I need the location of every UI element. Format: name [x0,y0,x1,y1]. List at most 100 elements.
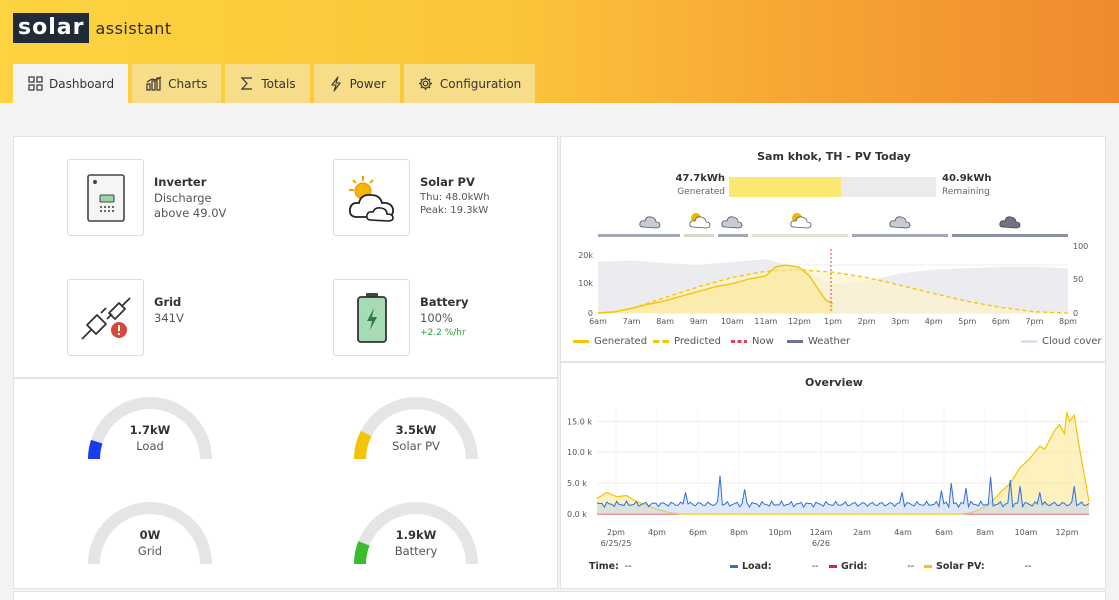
x-tick-label: 10am [1015,528,1038,537]
y-tick-label: 20k [578,251,593,260]
sun-cloud-icon [333,159,410,236]
tab-power[interactable]: Power [313,64,400,103]
legend-label: Generated [594,336,648,347]
inverter-detail: above 49.0V [154,206,227,220]
pv-today-title: Sam khok, TH - PV Today [757,150,911,163]
x-tick-label: 8am [976,528,994,537]
x-tick-label: 4pm [925,317,943,326]
tab-label: Dashboard [49,76,115,91]
tab-label: Power [349,76,386,91]
x-tick-label: 2pm [607,528,625,537]
footer-load[interactable]: Load: -- [730,561,818,572]
solar-today: Thu: 48.0kWh [420,192,490,203]
y2-tick-label: 100 [1073,242,1088,251]
app-logo[interactable]: solar assistant [13,13,172,43]
solar-info: Solar PV Thu: 48.0kWh Peak: 19.3kW [420,175,490,236]
y-tick-label: 0.0 k [567,510,587,519]
legend-swatch [1021,340,1037,343]
y-tick-label: 10.0 k [567,448,592,457]
tab-dashboard[interactable]: Dashboard [13,64,129,103]
gauges-panel: 1.7kW Load 3.5kW Solar PV 0W Grid 1.9kW … [13,378,558,589]
inverter-info: Inverter Discharge above 49.0V [154,175,226,236]
gauge-label: Grid [137,544,163,558]
lightning-icon [328,75,344,92]
solar-label: Solar PV: [936,561,985,572]
legend-swatch [787,340,803,343]
battery-card[interactable]: Battery 100% +2.2 %/hr [333,279,469,356]
inverter-card[interactable]: Inverter Discharge above 49.0V [67,159,226,236]
x-tick-label: 8pm [1059,317,1077,326]
x-tick-label: 10am [721,317,744,326]
x-tick-label: 2pm [858,317,876,326]
battery-soc: 100% [420,311,453,325]
legend-label: Now [752,336,774,347]
legend-label: Cloud cover [1042,336,1102,347]
legend-now[interactable]: Now [731,336,774,347]
battery-title: Battery [420,295,469,309]
footer-solar[interactable]: Solar PV: -- [924,561,1032,572]
gauge-value: 1.7kW [129,423,171,437]
generated-value: 47.7kWh [675,173,725,184]
footer-grid[interactable]: Grid: -- [829,561,914,572]
dark-cloud-icon [999,216,1021,229]
main-tabs: Dashboard Charts Totals Power Configurat… [13,64,536,103]
legend-swatch [731,340,747,343]
devices-panel: Inverter Discharge above 49.0V Solar PV … [13,136,558,378]
legend-generated[interactable]: Generated [573,336,647,347]
solar-title: Solar PV [420,175,475,189]
x-tick-label: 6am [935,528,953,537]
tab-label: Charts [168,76,208,91]
x-tick-label: 6pm [992,317,1010,326]
x-tick-label: 12pm [1055,528,1078,537]
battery-gauge[interactable]: 1.9kW Battery [351,498,481,568]
pv-today-chart[interactable]: 6am 7am 8am 9am 10am 11am 12pm 1pm 2pm 3pm 4pm 5pm 6… [561,237,1107,332]
gauge-label: Load [136,439,164,453]
y2-tick-label: 50 [1073,275,1083,284]
gauge-label: Battery [394,544,438,558]
overview-title: Overview [805,376,863,389]
pv-progress-fill [729,177,841,197]
gauge-label: Solar PV [392,439,440,453]
x-tick-label: 3pm [891,317,909,326]
time-label: Time: [589,561,619,572]
x-tick-label: 7am [623,317,641,326]
legend-predicted[interactable]: Predicted [653,336,721,347]
x-tick-label: 8am [656,317,674,326]
generated-label: Generated [677,187,725,197]
remaining-value: 40.9kWh [942,173,992,184]
x-subtick-label: 6/26 [812,539,830,548]
load-label: Load: [742,561,772,572]
x-tick-label: 4am [894,528,912,537]
logo-wordmark: solar [13,13,90,43]
load-gauge[interactable]: 1.7kW Load [85,393,215,463]
grid-card[interactable]: Grid 341V [67,279,184,356]
legend-cloud-cover[interactable]: Cloud cover [1021,336,1102,347]
tab-totals[interactable]: Totals [225,64,310,103]
sun-cloud-icon [790,213,812,229]
solar-gauge[interactable]: 3.5kW Solar PV [351,393,481,463]
legend-weather[interactable]: Weather [787,336,850,347]
x-tick-label: 12pm [788,317,811,326]
cloud-icon [889,216,911,229]
remaining-label: Remaining [942,187,990,197]
overview-chart[interactable]: 15.0 k 10.0 k 5.0 k 0.0 k 2pm 6/25/25 4pm 6pm 8p… [561,397,1107,557]
x-tick-label: 5pm [958,317,976,326]
load-value: -- [811,561,819,572]
x-tick-label: 6am [589,317,607,326]
tab-charts[interactable]: Charts [132,64,222,103]
footer-time: Time: -- [589,561,632,572]
grid-gauge[interactable]: 0W Grid [85,498,215,568]
bar-chart-icon [146,76,162,92]
inverter-status: Discharge [154,191,212,205]
tab-label: Configuration [439,76,522,91]
tab-configuration[interactable]: Configuration [403,64,536,103]
gauge-value: 3.5kW [395,423,437,437]
gear-icon [418,76,434,92]
plug-disconnected-icon [67,279,144,356]
solar-area [597,412,1089,514]
x-tick-label: 7pm [1025,317,1043,326]
legend-label: Weather [808,336,851,347]
time-value: -- [624,561,632,572]
grid-title: Grid [154,295,182,309]
solar-card[interactable]: Solar PV Thu: 48.0kWh Peak: 19.3kW [333,159,490,236]
